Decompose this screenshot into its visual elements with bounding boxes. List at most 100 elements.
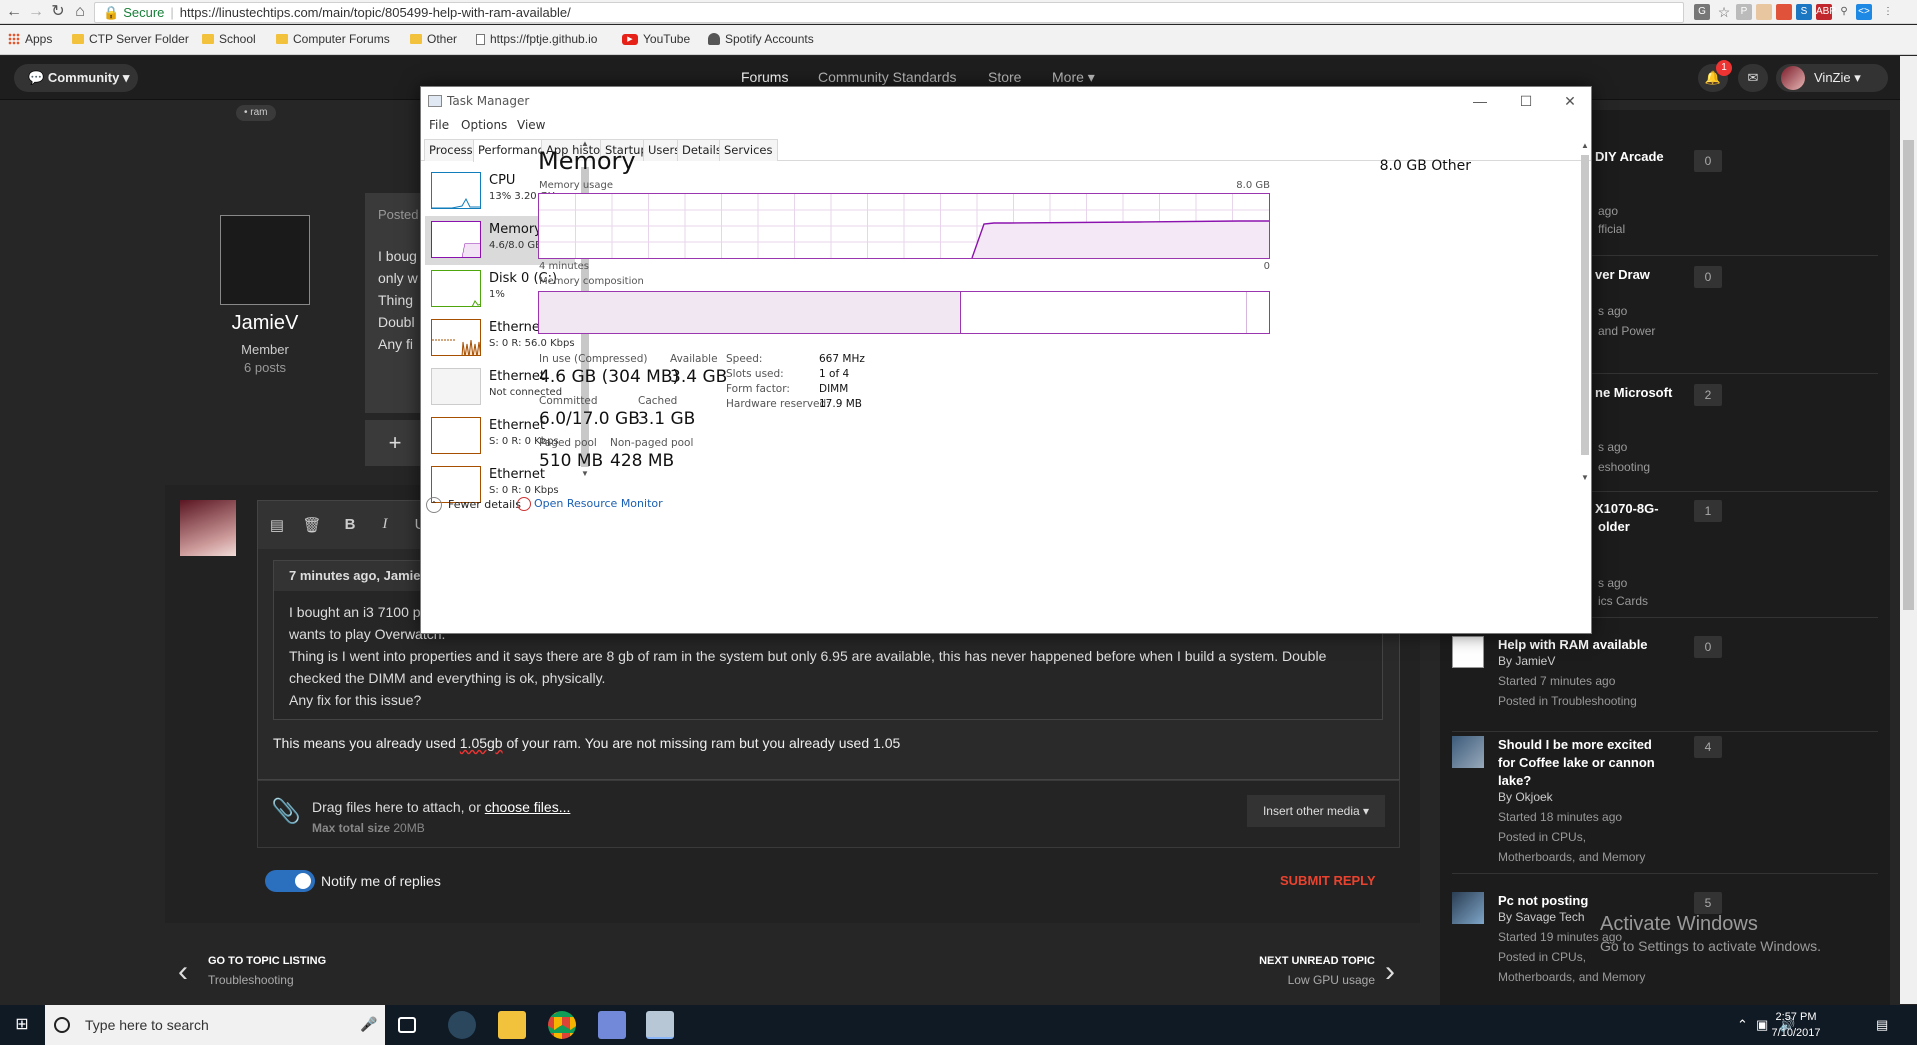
- post-text-line: Thing: [378, 292, 414, 308]
- address-bar[interactable]: 🔒 Secure | https://linustechtips.com/main/t…: [94, 2, 1684, 23]
- author-role: Member: [241, 342, 289, 357]
- bookmark-ctp-server-folder[interactable]: CTP Server Folder: [72, 32, 189, 46]
- menu-icon[interactable]: ⋮: [1880, 4, 1896, 20]
- taskbar-search-box[interactable]: Type here to search: [45, 1005, 385, 1045]
- discord-icon[interactable]: [598, 1011, 626, 1039]
- reply-draft-text[interactable]: This means you already used 1.05gb of yo…: [273, 735, 900, 751]
- action-center-icon[interactable]: ▤: [1876, 1017, 1888, 1033]
- clock-time[interactable]: 2:57 PM: [1758, 1011, 1834, 1023]
- disk-sparkline: [431, 270, 481, 307]
- nav-community-standards[interactable]: Community Standards: [818, 69, 957, 85]
- page-scrollbar-thumb[interactable]: [1903, 140, 1914, 610]
- scroll-up-icon[interactable]: ▲: [1579, 141, 1591, 150]
- task-manager-taskbar-icon[interactable]: [646, 1011, 674, 1039]
- nav-store[interactable]: Store: [988, 69, 1021, 85]
- file-explorer-icon[interactable]: [498, 1011, 526, 1039]
- topic-listing-category: Troubleshooting: [208, 973, 294, 987]
- reload-icon[interactable]: ↻: [48, 2, 68, 22]
- star-icon[interactable]: ☆: [1716, 4, 1732, 20]
- in-use-segment[interactable]: [539, 292, 961, 333]
- standby-segment[interactable]: [961, 292, 1247, 333]
- back-icon[interactable]: ←: [4, 2, 24, 22]
- bookmark-fptje[interactable]: https://fptje.github.io: [476, 32, 606, 46]
- submit-reply-button[interactable]: SUBMIT REPLY: [1280, 873, 1376, 888]
- ethernet-sparkline: [431, 319, 481, 356]
- nav-more[interactable]: More ▾: [1052, 69, 1095, 86]
- activate-windows-hint: Go to Settings to activate Windows.: [1600, 938, 1821, 954]
- paperclip-icon: 📎: [271, 798, 301, 825]
- menu-view[interactable]: View: [517, 118, 545, 132]
- in-use-value: 4.6 GB (304 MB): [539, 367, 680, 387]
- menu-options[interactable]: Options: [461, 118, 507, 132]
- reply-count-badge: 5: [1694, 892, 1722, 914]
- hardware-reserved-label: Hardware reserved:: [726, 398, 830, 410]
- tray-chevron-icon[interactable]: ⌃: [1737, 1017, 1748, 1033]
- adblock-icon[interactable]: ABP: [1816, 4, 1836, 20]
- multiquote-plus-button[interactable]: +: [365, 420, 425, 466]
- minimize-button[interactable]: —: [1457, 87, 1503, 115]
- windows-start-icon[interactable]: ⊞: [0, 1005, 44, 1045]
- trash-icon[interactable]: 🗑: [302, 516, 322, 534]
- memory-heading: Memory: [538, 147, 636, 175]
- nonpaged-pool-value: 428 MB: [610, 451, 675, 471]
- topic-thumbnail: [1452, 736, 1484, 768]
- scroll-down-icon[interactable]: ▼: [1579, 473, 1591, 482]
- next-unread-topic-link[interactable]: NEXT UNREAD TOPIC: [1200, 955, 1375, 967]
- committed-value: 6.0/17.0 GB: [539, 409, 640, 429]
- translate-icon[interactable]: G: [1694, 4, 1710, 20]
- tab-services[interactable]: Services: [719, 139, 778, 161]
- home-icon[interactable]: ⌂: [70, 2, 90, 22]
- bookmark-apps[interactable]: Apps: [8, 32, 52, 46]
- free-segment[interactable]: [1247, 292, 1269, 333]
- author-name[interactable]: JamieV: [200, 312, 330, 335]
- close-button[interactable]: ✕: [1547, 87, 1593, 115]
- next-topic-title: Low GPU usage: [1287, 973, 1375, 987]
- task-view-icon[interactable]: [398, 1017, 416, 1033]
- maximize-button[interactable]: ☐: [1503, 87, 1549, 115]
- chevron-up-icon[interactable]: ⌃: [426, 497, 442, 513]
- chevron-right-icon[interactable]: ›: [1385, 955, 1395, 989]
- task-manager-icon: [428, 95, 442, 107]
- fewer-details-link[interactable]: Fewer details: [448, 498, 521, 511]
- chevron-left-icon[interactable]: ‹: [178, 955, 188, 989]
- source-icon[interactable]: ▤: [267, 516, 287, 534]
- open-resource-monitor-link[interactable]: Open Resource Monitor: [534, 497, 663, 510]
- messages-icon[interactable]: ✉: [1738, 64, 1768, 92]
- bookmark-other[interactable]: Other: [410, 32, 457, 46]
- bookmark-spotify-accounts[interactable]: Spotify Accounts: [708, 32, 814, 46]
- menu-file[interactable]: File: [429, 118, 449, 132]
- details-scroll-thumb[interactable]: [1581, 155, 1589, 455]
- sidebar-topic[interactable]: Help with RAM available By JamieV Starte…: [1452, 636, 1878, 732]
- steam-icon[interactable]: [448, 1011, 476, 1039]
- italic-icon[interactable]: I: [375, 516, 395, 533]
- microphone-icon[interactable]: 🎤: [360, 1016, 377, 1033]
- sidebar-topic[interactable]: Should I be more excited for Coffee lake…: [1452, 736, 1878, 874]
- forward-icon[interactable]: →: [26, 2, 46, 22]
- topic-tag[interactable]: • ram: [236, 105, 276, 121]
- page-icon: [476, 33, 485, 45]
- reply-count-badge: 4: [1694, 736, 1722, 758]
- topic-thumbnail: [1452, 892, 1484, 924]
- chrome-icon[interactable]: [548, 1011, 576, 1039]
- insert-media-button[interactable]: Insert other media ▾: [1247, 795, 1385, 827]
- committed-label: Committed: [539, 395, 598, 407]
- extension-icon[interactable]: [1756, 4, 1772, 20]
- go-to-topic-listing-link[interactable]: GO TO TOPIC LISTING: [208, 955, 326, 967]
- community-menu-button[interactable]: 💬 Community ▾: [14, 64, 138, 92]
- dev-extension-icon[interactable]: <>: [1856, 4, 1872, 20]
- bookmark-school[interactable]: School: [202, 32, 256, 46]
- clock-date[interactable]: 7/10/2017: [1758, 1027, 1834, 1039]
- bookmark-computer-forums[interactable]: Computer Forums: [276, 32, 390, 46]
- bold-icon[interactable]: B: [340, 516, 360, 533]
- nav-forums[interactable]: Forums: [741, 69, 788, 85]
- s-extension-icon[interactable]: S: [1796, 4, 1812, 20]
- author-avatar[interactable]: [220, 215, 310, 305]
- search-extension-icon[interactable]: ⚲: [1836, 4, 1852, 20]
- choose-files-link[interactable]: choose files...: [485, 799, 571, 815]
- form-factor-label: Form factor:: [726, 383, 790, 395]
- ninja-extension-icon[interactable]: [1776, 4, 1792, 20]
- pdf-extension-icon[interactable]: P: [1736, 4, 1752, 20]
- quote-line: I bought an i3 7100 p: [289, 604, 421, 620]
- bookmark-youtube[interactable]: ▶ YouTube: [622, 32, 690, 46]
- notify-toggle-knob: [295, 873, 311, 889]
